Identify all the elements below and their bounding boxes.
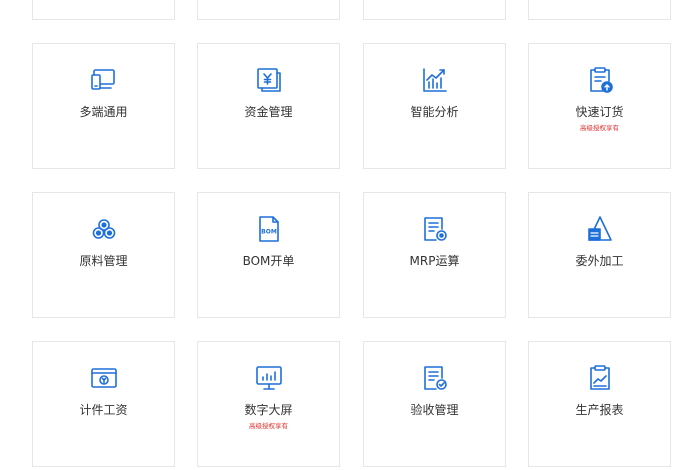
- triangle-block-icon: [585, 214, 615, 244]
- tile-partial-2[interactable]: [197, 0, 340, 20]
- document-check-icon: [420, 363, 450, 393]
- clipboard-report-icon: [585, 363, 615, 393]
- tile-label: 验收管理: [410, 403, 459, 417]
- tile-label: 数字大屏: [244, 403, 293, 417]
- yuan-ledger-icon: [254, 65, 284, 95]
- tile-label: 计件工资: [79, 403, 128, 417]
- tile-label: BOM开单: [242, 254, 295, 268]
- tile-label: 原料管理: [79, 254, 128, 268]
- premium-note: 高级授权享有: [580, 124, 619, 132]
- tile-multi-device[interactable]: 多端通用: [32, 43, 175, 169]
- tile-quick-order[interactable]: 快速订货 高级授权享有: [528, 43, 671, 169]
- tile-label: 多端通用: [79, 105, 128, 119]
- tile-label: 快速订货: [575, 105, 624, 119]
- tile-partial-1[interactable]: [32, 0, 175, 20]
- wage-card-icon: [89, 363, 119, 393]
- document-gear-icon: [420, 214, 450, 244]
- bar-chart-trend-icon: [420, 65, 450, 95]
- tile-label: 资金管理: [244, 105, 293, 119]
- tile-material-management[interactable]: 原料管理: [32, 192, 175, 318]
- tile-digital-screen[interactable]: 数字大屏 高级授权享有: [197, 341, 340, 467]
- tile-fund-management[interactable]: 资金管理: [197, 43, 340, 169]
- premium-note: 高级授权享有: [249, 422, 288, 430]
- tile-outsourcing[interactable]: 委外加工: [528, 192, 671, 318]
- monitor-chart-icon: [254, 363, 284, 393]
- bom-document-icon: BOM: [254, 214, 284, 244]
- tile-piece-wage[interactable]: 计件工资: [32, 341, 175, 467]
- tile-label: 委外加工: [575, 254, 624, 268]
- tile-label: MRP运算: [409, 254, 460, 268]
- svg-text:BOM: BOM: [261, 229, 277, 236]
- tile-label: 智能分析: [410, 105, 459, 119]
- material-stack-icon: [89, 214, 119, 244]
- clipboard-upload-icon: [585, 65, 615, 95]
- tile-smart-analysis[interactable]: 智能分析: [363, 43, 506, 169]
- tile-label: 生产报表: [575, 403, 624, 417]
- tile-bom-order[interactable]: BOM BOM开单: [197, 192, 340, 318]
- multi-device-icon: [89, 65, 119, 95]
- tile-partial-3[interactable]: [363, 0, 506, 20]
- tile-partial-4[interactable]: [528, 0, 671, 20]
- tile-mrp[interactable]: MRP运算: [363, 192, 506, 318]
- tile-production-report[interactable]: 生产报表: [528, 341, 671, 467]
- tile-acceptance[interactable]: 验收管理: [363, 341, 506, 467]
